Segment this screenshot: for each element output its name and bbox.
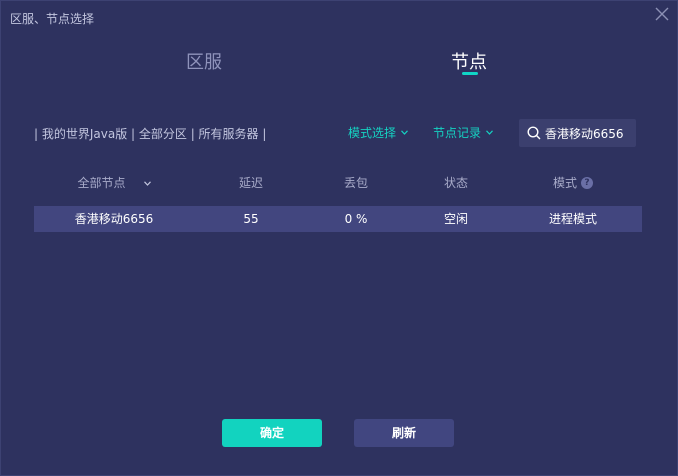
table-row[interactable]: 香港移动6656 55 0 % 空闲 进程模式 xyxy=(34,206,642,232)
row-status: 空闲 xyxy=(443,212,468,226)
confirm-button[interactable]: 确定 xyxy=(222,419,322,447)
chevron-down-icon xyxy=(486,130,493,135)
header-node-label: 全部节点 xyxy=(77,176,126,190)
row-latency: 55 xyxy=(243,212,259,226)
help-icon[interactable]: ? xyxy=(581,177,593,189)
active-tab-indicator xyxy=(462,72,478,75)
refresh-button[interactable]: 刷新 xyxy=(354,419,454,447)
chevron-down-icon xyxy=(401,130,408,135)
header-mode: 模式 ? xyxy=(523,170,623,196)
header-node-filter[interactable]: 全部节点 xyxy=(54,170,174,196)
mode-select-dropdown[interactable]: 模式选择 xyxy=(348,124,408,141)
close-icon[interactable] xyxy=(654,6,670,22)
row-node: 香港移动6656 xyxy=(74,212,154,226)
search-box[interactable] xyxy=(519,119,636,147)
header-status: 状态 xyxy=(443,176,468,190)
breadcrumb: | 我的世界Java版 | 全部分区 | 所有服务器 | xyxy=(34,127,267,141)
header-latency: 延迟 xyxy=(238,176,263,190)
search-icon xyxy=(527,126,541,140)
tab-node[interactable]: 节点 xyxy=(451,48,487,74)
dialog-frame xyxy=(0,0,678,476)
header-loss: 丢包 xyxy=(343,176,368,190)
tab-region[interactable]: 区服 xyxy=(186,48,222,74)
row-mode: 进程模式 xyxy=(548,212,597,226)
node-record-dropdown[interactable]: 节点记录 xyxy=(433,124,493,141)
node-record-label: 节点记录 xyxy=(433,126,482,140)
row-loss: 0 % xyxy=(344,212,368,226)
header-mode-label: 模式 xyxy=(552,176,577,190)
window-title: 区服、节点选择 xyxy=(10,12,95,26)
mode-select-label: 模式选择 xyxy=(348,126,397,140)
chevron-down-icon xyxy=(143,180,151,186)
search-input[interactable] xyxy=(545,126,635,140)
table-header: 全部节点 延迟 丢包 状态 模式 ? xyxy=(34,170,642,196)
